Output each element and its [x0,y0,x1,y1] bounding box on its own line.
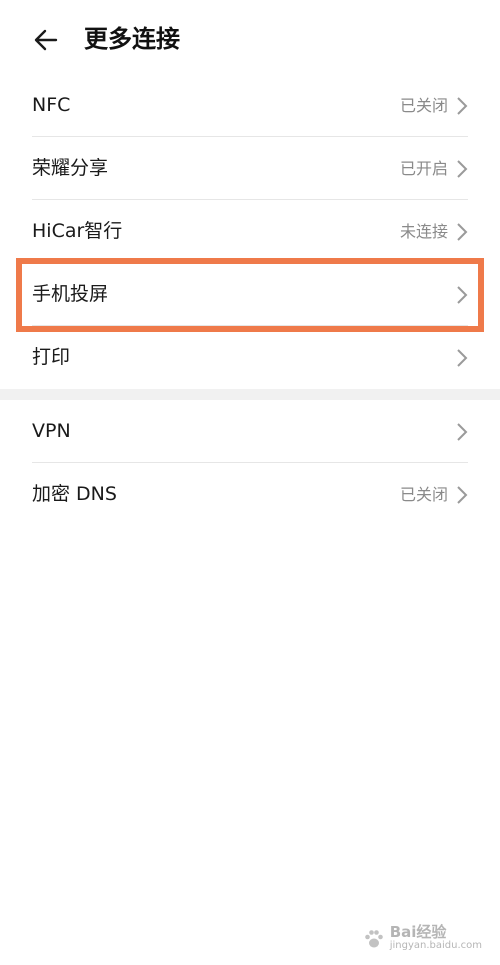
setting-row-vpn[interactable]: VPN [0,400,500,463]
chevron-right-icon [457,423,468,441]
setting-value: 已关闭 [399,485,448,504]
setting-value: 未连接 [399,222,448,241]
setting-row-honor-share[interactable]: 荣耀分享 已开启 [0,137,500,200]
setting-label: HiCar智行 [32,220,123,242]
setting-label: 手机投屏 [32,283,109,305]
setting-label: 荣耀分享 [32,157,109,179]
setting-value: 已开启 [399,159,448,178]
setting-label: 打印 [32,346,71,368]
page-title: 更多连接 [84,25,180,53]
setting-row-print[interactable]: 打印 [0,326,500,389]
paw-logo-icon [364,930,383,948]
chevron-right-icon [457,97,468,115]
connection-settings-group: NFC 已关闭 荣耀分享 已开启 HiCar智行 未连接 手机投屏 打印 [0,74,500,389]
watermark-brand: Bai经验 [389,923,447,941]
setting-label: NFC [32,94,71,116]
setting-row-hicar[interactable]: HiCar智行 未连接 [0,200,500,263]
chevron-right-icon [457,160,468,178]
watermark-text: Bai经验 jingyan.baidu.com [390,925,482,953]
header: 更多连接 [0,0,500,78]
setting-label: 加密 DNS [32,483,117,505]
section-gap [0,389,500,400]
watermark: Bai经验 jingyan.baidu.com [362,925,482,953]
back-button[interactable] [28,22,64,58]
chevron-right-icon [457,486,468,504]
chevron-right-icon [457,223,468,241]
chevron-right-icon [457,286,468,304]
watermark-url: jingyan.baidu.com [389,940,482,951]
setting-row-encrypted-dns[interactable]: 加密 DNS 已关闭 [0,463,500,526]
setting-row-nfc[interactable]: NFC 已关闭 [0,74,500,137]
network-settings-group: VPN 加密 DNS 已关闭 [0,400,500,526]
setting-value: 已关闭 [399,96,448,115]
chevron-right-icon [457,349,468,367]
setting-label: VPN [32,420,71,442]
setting-row-screen-projection[interactable]: 手机投屏 [0,263,500,326]
arrow-left-icon [34,29,58,51]
